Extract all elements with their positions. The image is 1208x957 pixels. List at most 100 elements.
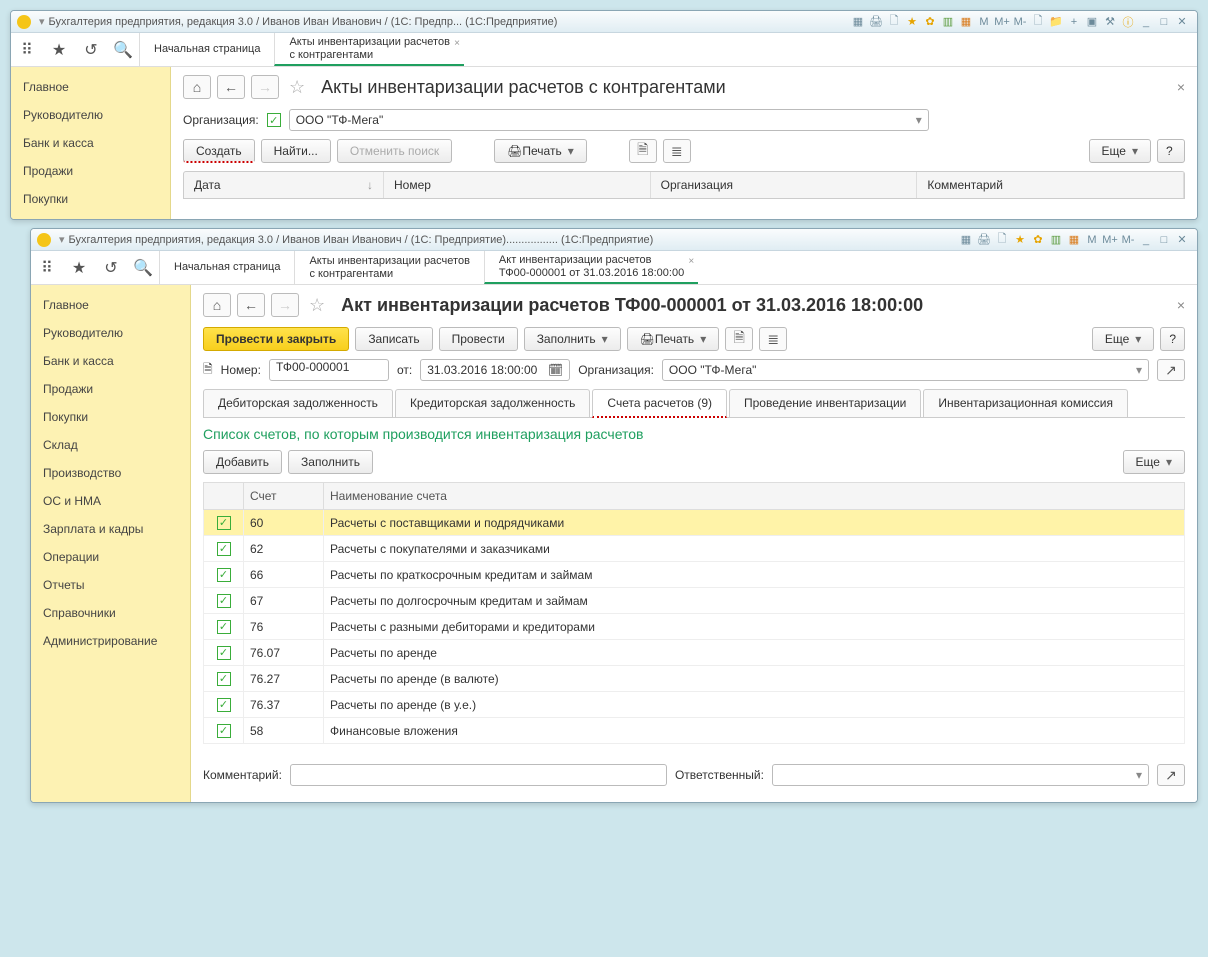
memory-mminus-icon[interactable]: M- [1120, 232, 1136, 248]
report-icon[interactable]: 🗎 [629, 139, 657, 163]
table-row[interactable]: ✓76Расчеты с разными дебиторами и кредит… [204, 614, 1185, 640]
table-row[interactable]: ✓76.07Расчеты по аренде [204, 640, 1185, 666]
memory-mminus-icon[interactable]: M- [1012, 14, 1028, 30]
sidebar-item[interactable]: Банк и касса [31, 347, 190, 375]
star-icon[interactable]: ★ [43, 33, 75, 66]
home-button[interactable]: ⌂ [183, 75, 211, 99]
calendar-icon[interactable]: 🗓 [548, 363, 563, 377]
panel-icon[interactable]: ▣ [1084, 14, 1100, 30]
row-check[interactable]: ✓ [217, 542, 231, 556]
history-icon[interactable]: ↺ [95, 251, 127, 284]
fav-icon[interactable]: ★ [1012, 232, 1028, 248]
col-number[interactable]: Номер [384, 172, 651, 198]
org-select[interactable]: ООО "ТФ-Мега"▾ [289, 109, 929, 131]
doc-tab[interactable]: Счета расчетов (9) [592, 389, 727, 418]
close-icon[interactable]: ✕ [1174, 232, 1190, 248]
list-icon[interactable]: ≣ [663, 139, 691, 163]
open-icon[interactable]: ↗ [1157, 764, 1185, 786]
tool-icon[interactable]: ▦ [958, 232, 974, 248]
forward-button[interactable]: → [251, 75, 279, 99]
tab-close-icon[interactable]: × [688, 255, 694, 268]
table-row[interactable]: ✓66Расчеты по краткосрочным кредитам и з… [204, 562, 1185, 588]
fill-button[interactable]: Заполнить▾ [524, 327, 621, 351]
calendar-icon[interactable]: ▦ [958, 14, 974, 30]
cancel-find-button[interactable]: Отменить поиск [337, 139, 452, 163]
home-button[interactable]: ⌂ [203, 293, 231, 317]
print-icon[interactable]: 🖨 [868, 14, 884, 30]
plus-icon[interactable]: + [1066, 14, 1082, 30]
comment-input[interactable] [290, 764, 667, 786]
list-icon[interactable]: ≣ [759, 327, 787, 351]
close-icon[interactable]: × [1177, 79, 1185, 95]
sidebar-item[interactable]: Главное [31, 291, 190, 319]
sidebar-item[interactable]: Склад [31, 431, 190, 459]
sidebar-item[interactable]: Покупки [31, 403, 190, 431]
min-icon[interactable]: _ [1138, 232, 1154, 248]
fill-table-button[interactable]: Заполнить [288, 450, 373, 474]
tab-start[interactable]: Начальная страница [159, 251, 294, 284]
org-filter-check[interactable]: ✓ [267, 113, 281, 127]
date-input[interactable]: 31.03.2016 18:00:00🗓 [420, 359, 570, 381]
table-row[interactable]: ✓76.37Расчеты по аренде (в у.е.) [204, 692, 1185, 718]
th-check[interactable] [204, 483, 244, 510]
tab-start[interactable]: Начальная страница [139, 33, 274, 66]
resp-select[interactable]: ▾ [772, 764, 1149, 786]
more-button[interactable]: Еще▾ [1092, 327, 1154, 351]
row-check[interactable]: ✓ [217, 568, 231, 582]
sidebar-item[interactable]: ОС и НМА [31, 487, 190, 515]
row-check[interactable]: ✓ [217, 724, 231, 738]
th-account[interactable]: Счет [244, 483, 324, 510]
apps-icon[interactable]: ⠿ [11, 33, 43, 66]
search-icon[interactable]: 🔍 [107, 33, 139, 66]
doc-icon[interactable]: 🗋 [886, 14, 902, 30]
help-button[interactable]: ? [1157, 139, 1185, 163]
org-select[interactable]: ООО "ТФ-Мега"▾ [662, 359, 1149, 381]
table-row[interactable]: ✓58Финансовые вложения [204, 718, 1185, 744]
doc-tab[interactable]: Проведение инвентаризации [729, 389, 921, 417]
sidebar-item[interactable]: Главное [11, 73, 170, 101]
print-button[interactable]: 🖨 Печать▾ [627, 327, 720, 351]
memory-m-icon[interactable]: M [1084, 232, 1100, 248]
doc-tab[interactable]: Кредиторская задолженность [395, 389, 590, 417]
open-icon[interactable]: ↗ [1157, 359, 1185, 381]
sidebar-item[interactable]: Администрирование [31, 627, 190, 655]
doc-tab[interactable]: Дебиторская задолженность [203, 389, 393, 417]
sidebar-item[interactable]: Руководителю [11, 101, 170, 129]
sidebar-item[interactable]: Продажи [11, 157, 170, 185]
dropdown-icon[interactable]: ▾ [39, 15, 45, 28]
sidebar-item[interactable]: Производство [31, 459, 190, 487]
tab-close-icon[interactable]: × [454, 37, 460, 50]
memory-m-icon[interactable]: M [976, 14, 992, 30]
tab-document[interactable]: Акт инвентаризации расчетовТФ00-000001 о… [484, 251, 698, 284]
sidebar-item[interactable]: Банк и касса [11, 129, 170, 157]
row-check[interactable]: ✓ [217, 620, 231, 634]
row-check[interactable]: ✓ [217, 698, 231, 712]
min-icon[interactable]: _ [1138, 14, 1154, 30]
sidebar-item[interactable]: Продажи [31, 375, 190, 403]
sidebar-item[interactable]: Справочники [31, 599, 190, 627]
tool-icon[interactable]: ▦ [850, 14, 866, 30]
dropdown-icon[interactable]: ▾ [59, 233, 65, 246]
row-check[interactable]: ✓ [217, 594, 231, 608]
row-check[interactable]: ✓ [217, 516, 231, 530]
star-icon[interactable]: ★ [63, 251, 95, 284]
col-comment[interactable]: Комментарий [917, 172, 1184, 198]
post-button[interactable]: Провести [439, 327, 518, 351]
sidebar-item[interactable]: Операции [31, 543, 190, 571]
max-icon[interactable]: □ [1156, 14, 1172, 30]
doc-icon[interactable]: 🗋 [994, 232, 1010, 248]
settings-icon[interactable]: ⚒ [1102, 14, 1118, 30]
sidebar-item[interactable]: Покупки [11, 185, 170, 213]
max-icon[interactable]: □ [1156, 232, 1172, 248]
table-more-button[interactable]: Еще▾ [1123, 450, 1185, 474]
sidebar-item[interactable]: Зарплата и кадры [31, 515, 190, 543]
apps-icon[interactable]: ⠿ [31, 251, 63, 284]
col-org[interactable]: Организация [651, 172, 918, 198]
create-button[interactable]: Создать [183, 139, 255, 163]
table-row[interactable]: ✓60Расчеты с поставщиками и подрядчиками [204, 510, 1185, 536]
more-button[interactable]: Еще▾ [1089, 139, 1151, 163]
forward-button[interactable]: → [271, 293, 299, 317]
memory-mplus-icon[interactable]: M+ [994, 14, 1010, 30]
post-close-button[interactable]: Провести и закрыть [203, 327, 349, 351]
back-button[interactable]: ← [217, 75, 245, 99]
